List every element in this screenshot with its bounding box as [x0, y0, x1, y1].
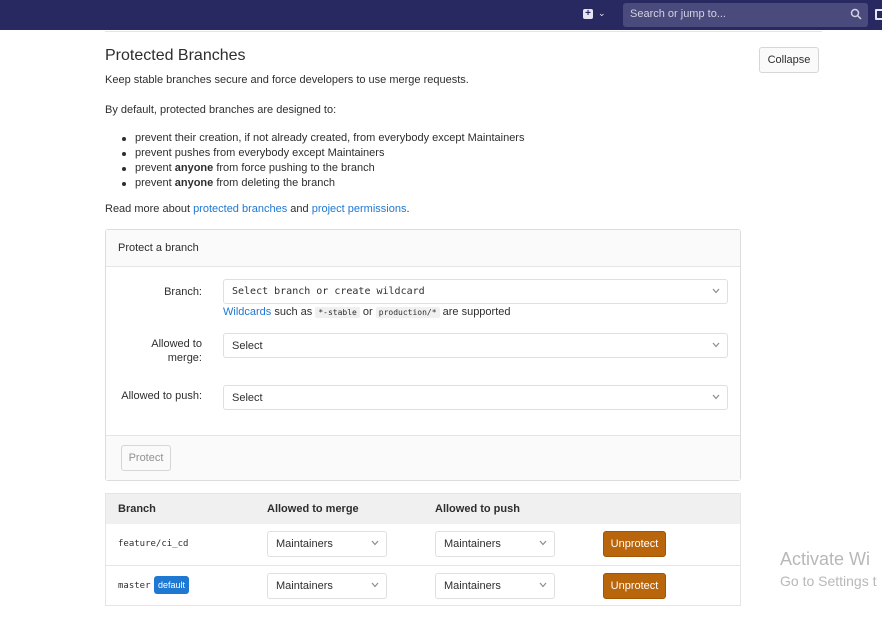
list-item-text: prevent: [135, 177, 175, 189]
protected-branches-link[interactable]: protected branches: [193, 203, 287, 215]
list-item-emphasis: anyone: [174, 177, 214, 189]
column-header-push: Allowed to push: [435, 503, 520, 515]
by-default-text: By default, protected branches are desig…: [105, 104, 337, 116]
hint-text: are supported: [439, 306, 511, 318]
unprotect-button[interactable]: Unprotect: [603, 573, 666, 599]
section-title: Protected Branches: [105, 47, 246, 64]
search-input[interactable]: Search or jump to...: [623, 3, 868, 27]
branch-select-value: Select branch or create wildcard: [232, 286, 425, 297]
plus-icon[interactable]: +: [583, 9, 593, 19]
activation-watermark: Activate Wi: [780, 549, 871, 569]
column-header-merge: Allowed to merge: [267, 503, 359, 515]
merge-label: Allowed to merge:: [106, 338, 202, 364]
merge-select[interactable]: Select: [223, 333, 728, 358]
collapse-button[interactable]: Collapse: [759, 47, 819, 73]
read-more-text: .: [406, 203, 410, 215]
chevron-down-icon: [712, 342, 720, 348]
list-item-text: prevent pushes from everybody except Mai…: [135, 147, 385, 159]
list-item: prevent pushes from everybody except Mai…: [121, 146, 524, 161]
chevron-down-icon: [539, 582, 547, 588]
chevron-down-icon: [539, 540, 547, 546]
branch-select[interactable]: Select branch or create wildcard: [223, 279, 728, 304]
chevron-down-icon: [371, 540, 379, 546]
default-badge: default: [154, 576, 190, 594]
list-item-emphasis: anyone: [174, 162, 214, 174]
merge-label-line: Allowed to: [151, 338, 202, 350]
read-more-text: Read more about: [105, 203, 194, 215]
protect-branch-card: Protect a branch Branch: Select branch o…: [105, 229, 741, 481]
list-item: prevent anyone from force pushing to the…: [121, 161, 524, 176]
divider: [105, 30, 822, 32]
branch-label: Branch:: [164, 286, 202, 298]
branch-name[interactable]: feature/ci_cd: [118, 539, 188, 549]
protect-button[interactable]: Protect: [121, 445, 171, 471]
table-row: master default Maintainers Maintainers U…: [106, 565, 740, 606]
chevron-down-icon: [371, 582, 379, 588]
rules-list: prevent their creation, if not already c…: [121, 131, 525, 191]
merge-label-line: merge:: [167, 352, 202, 364]
merge-select-value: Select: [232, 340, 263, 352]
list-item: prevent anyone from deleting the branch: [121, 176, 524, 191]
top-navbar: + ⌄ Search or jump to...: [0, 0, 882, 30]
push-label: Allowed to push:: [121, 390, 202, 402]
protected-branches-table: Branch Allowed to merge Allowed to push …: [105, 493, 741, 606]
merge-access-dropdown[interactable]: Maintainers: [267, 531, 387, 557]
read-more: Read more about protected branches and p…: [105, 203, 410, 215]
search-placeholder: Search or jump to...: [630, 8, 726, 20]
chevron-down-icon[interactable]: ⌄: [598, 8, 606, 19]
list-item-text: prevent: [135, 162, 175, 174]
merge-access-value: Maintainers: [276, 580, 333, 592]
column-header-branch: Branch: [118, 503, 156, 515]
card-footer: Protect: [106, 435, 740, 480]
section-description: Keep stable branches secure and force de…: [105, 74, 469, 86]
list-item-text: from force pushing to the branch: [213, 162, 375, 174]
push-select[interactable]: Select: [223, 385, 728, 410]
table-header: Branch Allowed to merge Allowed to push: [106, 494, 740, 524]
project-permissions-link[interactable]: project permissions: [312, 203, 407, 215]
table-row: feature/ci_cd Maintainers Maintainers Un…: [106, 524, 740, 565]
search-icon: [850, 8, 862, 20]
card-title: Protect a branch: [118, 242, 199, 254]
chevron-down-icon: [712, 394, 720, 400]
list-item-text: prevent their creation, if not already c…: [135, 132, 525, 144]
unprotect-button[interactable]: Unprotect: [603, 531, 666, 557]
push-access-value: Maintainers: [444, 538, 501, 550]
hint-text: such as: [271, 306, 316, 318]
merge-access-dropdown[interactable]: Maintainers: [267, 573, 387, 599]
hint-code: *-stable: [315, 307, 360, 318]
activation-watermark-hint: Go to Settings t: [780, 573, 877, 589]
hint-text: or: [359, 306, 376, 318]
list-item-text: from deleting the branch: [213, 177, 335, 189]
push-access-dropdown[interactable]: Maintainers: [435, 531, 555, 557]
branch-name[interactable]: master: [118, 581, 151, 591]
wildcard-hint: Wildcards such as *-stable or production…: [223, 306, 511, 318]
chevron-down-icon: [712, 288, 720, 294]
push-select-value: Select: [232, 392, 263, 404]
push-access-value: Maintainers: [444, 580, 501, 592]
hint-code: production/*: [375, 307, 440, 318]
push-access-dropdown[interactable]: Maintainers: [435, 573, 555, 599]
list-item: prevent their creation, if not already c…: [121, 131, 525, 146]
card-header: Protect a branch: [106, 230, 740, 267]
merge-access-value: Maintainers: [276, 538, 333, 550]
read-more-text: and: [287, 203, 312, 215]
wildcards-link[interactable]: Wildcards: [223, 306, 271, 318]
window-icon[interactable]: [875, 9, 882, 20]
